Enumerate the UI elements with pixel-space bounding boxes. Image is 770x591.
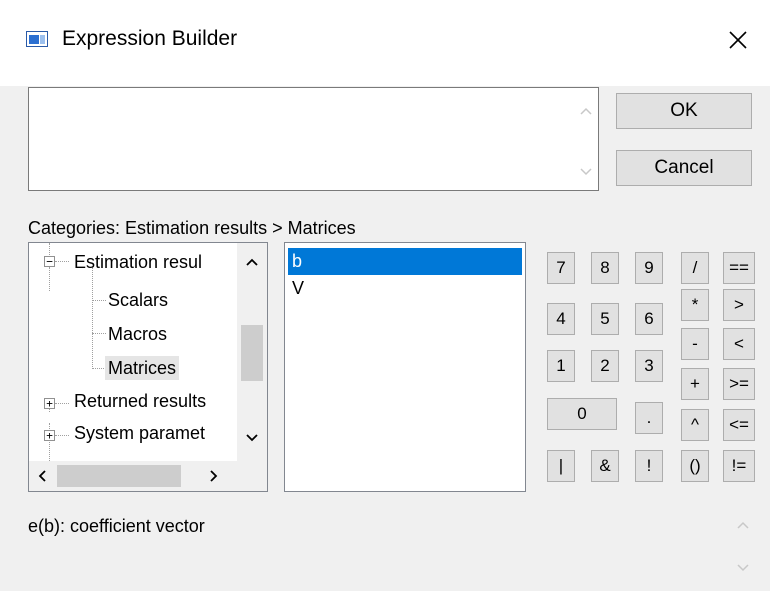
categories-label: Categories: Estimation results > Matrice… <box>28 218 356 238</box>
description-text: e(b): coefficient vector <box>28 516 205 536</box>
expression-scrollbar[interactable] <box>573 88 598 190</box>
scroll-left-arrow-icon[interactable] <box>37 469 47 483</box>
tree-item-returned-results[interactable]: Returned results <box>74 389 206 413</box>
ok-button[interactable]: OK <box>616 93 752 129</box>
key-greater-equal[interactable]: >= <box>723 368 755 400</box>
tree-item-estimation-results[interactable]: Estimation resul <box>74 250 202 274</box>
key-8[interactable]: 8 <box>591 252 619 284</box>
tree-horizontal-scrollbar[interactable] <box>29 461 237 491</box>
tree-item-macros[interactable]: Macros <box>108 322 167 346</box>
key-2[interactable]: 2 <box>591 350 619 382</box>
key-not-equal[interactable]: != <box>723 450 755 482</box>
key-greater[interactable]: > <box>723 289 755 321</box>
scroll-down-arrow-icon[interactable] <box>245 433 259 443</box>
window-title: Expression Builder <box>62 27 238 50</box>
expression-input[interactable] <box>28 87 599 191</box>
key-4[interactable]: 4 <box>547 303 575 335</box>
key-1[interactable]: 1 <box>547 350 575 382</box>
scrollbar-thumb[interactable] <box>57 465 181 487</box>
list-item-b[interactable]: b <box>288 248 522 275</box>
category-tree[interactable]: − Estimation resul Scalars Macros Matric… <box>28 242 268 492</box>
key-5[interactable]: 5 <box>591 303 619 335</box>
key-9[interactable]: 9 <box>635 252 663 284</box>
tree-expand-icon[interactable]: + <box>44 398 55 409</box>
item-list[interactable]: b V <box>284 242 526 492</box>
key-0[interactable]: 0 <box>547 398 617 430</box>
scroll-up-arrow-icon[interactable] <box>579 106 593 116</box>
expression-builder-app-icon <box>26 31 48 47</box>
scroll-down-arrow-icon[interactable] <box>579 167 593 177</box>
description-scrollbar[interactable] <box>728 508 758 586</box>
key-3[interactable]: 3 <box>635 350 663 382</box>
tree-item-system-parameters[interactable]: System paramet <box>74 421 205 445</box>
scrollbar-thumb[interactable] <box>241 325 263 381</box>
key-plus[interactable]: + <box>681 368 709 400</box>
scroll-up-arrow-icon[interactable] <box>245 257 259 267</box>
key-parentheses[interactable]: () <box>681 450 709 482</box>
scrollbar-corner <box>237 461 267 491</box>
tree-collapse-icon[interactable]: − <box>44 256 55 267</box>
scroll-up-arrow-icon[interactable] <box>736 520 750 530</box>
key-less-equal[interactable]: <= <box>723 409 755 441</box>
key-divide[interactable]: / <box>681 252 709 284</box>
tree-vertical-scrollbar[interactable] <box>237 243 267 461</box>
scroll-down-arrow-icon[interactable] <box>736 563 750 573</box>
key-equal[interactable]: == <box>723 252 755 284</box>
key-and[interactable]: & <box>591 450 619 482</box>
tree-item-matrices[interactable]: Matrices <box>105 356 180 380</box>
cancel-button[interactable]: Cancel <box>616 150 752 186</box>
key-6[interactable]: 6 <box>635 303 663 335</box>
tree-expand-icon[interactable]: + <box>44 430 55 441</box>
title-bar: Expression Builder <box>0 0 770 86</box>
key-less[interactable]: < <box>723 328 755 360</box>
key-decimal[interactable]: . <box>635 402 663 434</box>
close-icon[interactable] <box>718 20 758 60</box>
key-not[interactable]: ! <box>635 450 663 482</box>
key-power[interactable]: ^ <box>681 409 709 441</box>
key-7[interactable]: 7 <box>547 252 575 284</box>
key-minus[interactable]: - <box>681 328 709 360</box>
list-item-v[interactable]: V <box>288 275 522 302</box>
key-multiply[interactable]: * <box>681 289 709 321</box>
tree-item-scalars[interactable]: Scalars <box>108 288 168 312</box>
key-or[interactable]: | <box>547 450 575 482</box>
expression-builder-window: Expression Builder OK Cancel Categories:… <box>0 0 770 591</box>
scroll-right-arrow-icon[interactable] <box>209 469 219 483</box>
